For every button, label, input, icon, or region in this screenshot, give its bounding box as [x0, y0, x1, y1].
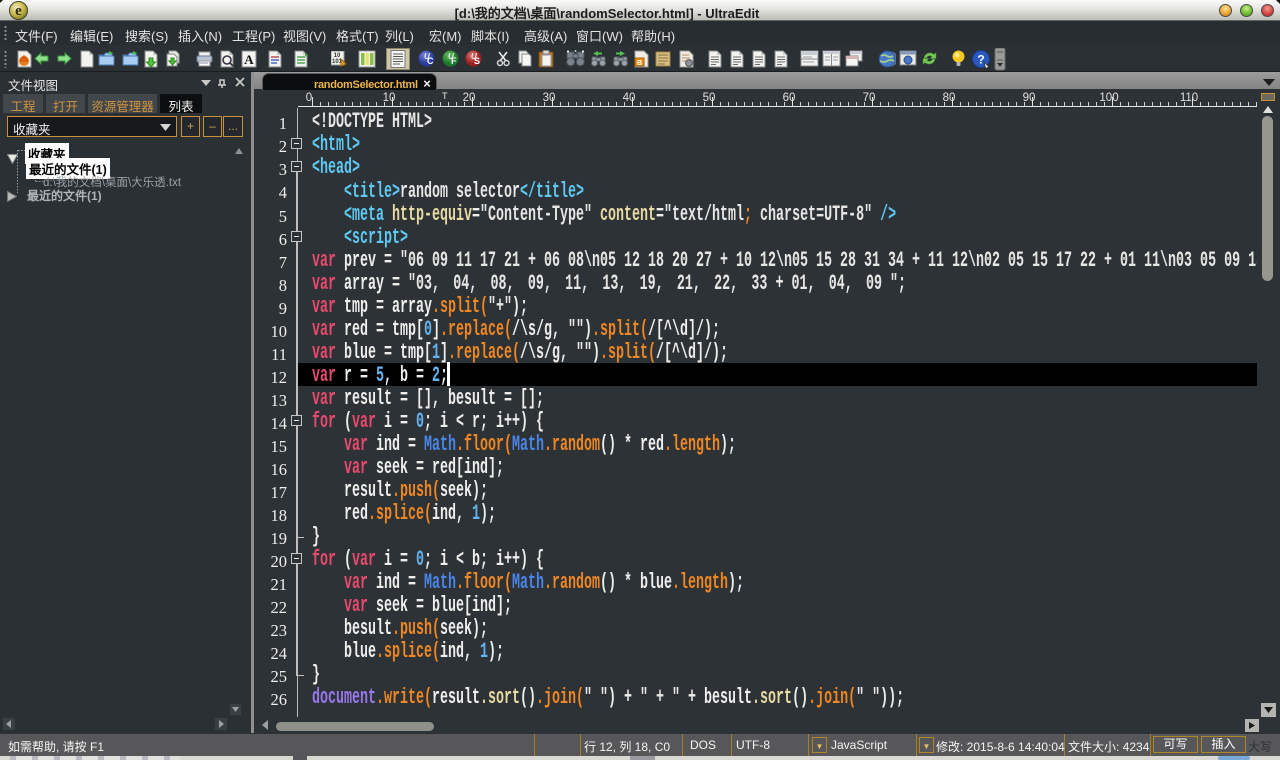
svg-text:A: A: [244, 52, 254, 67]
svg-text:C: C: [427, 56, 434, 66]
svg-text:?: ?: [977, 53, 984, 67]
svg-text:F: F: [451, 56, 457, 66]
svg-text:B: B: [637, 60, 642, 67]
svg-text:S: S: [474, 56, 480, 66]
